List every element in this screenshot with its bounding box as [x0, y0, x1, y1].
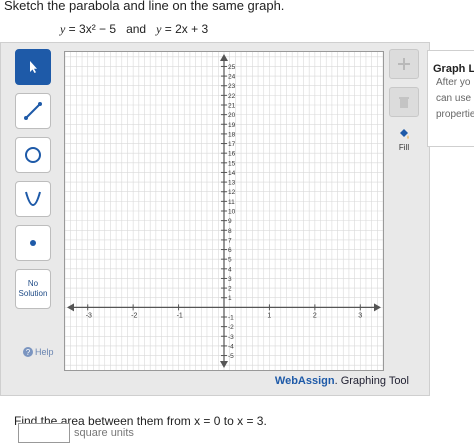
y-tick-label: 9 [228, 218, 232, 225]
point-icon [30, 240, 36, 246]
y-tick-label: -2 [228, 324, 234, 331]
left-toolbar: No Solution [11, 49, 57, 317]
x-tick-label: -1 [177, 312, 183, 319]
y-tick-label: 16 [228, 151, 236, 158]
y-tick-label: 14 [228, 170, 236, 177]
side-panel-line: After yo [436, 77, 471, 88]
parabola-rhs: = 3x² − 5 [68, 22, 117, 36]
parabola-icon [25, 191, 41, 206]
no-solution-button[interactable]: No Solution [15, 269, 51, 309]
y1-variable: y [60, 22, 66, 36]
y-tick-label: 20 [228, 112, 236, 119]
y-tick-label: 22 [228, 93, 236, 100]
y-tick-label: 7 [228, 237, 232, 244]
unit-label: square units [74, 427, 134, 439]
x-tick-label: -2 [131, 312, 137, 319]
x-tick-label: 1 [267, 312, 271, 319]
webassign-watermark: WebAssign. Graphing Tool [275, 375, 409, 387]
brand-name: WebAssign [274, 375, 335, 387]
y-tick-label: 12 [228, 189, 236, 196]
line-segment-icon [24, 102, 42, 120]
area-answer-input[interactable] [18, 423, 70, 443]
x-tick-label: 3 [358, 312, 362, 319]
y-tick-label: 6 [228, 247, 232, 254]
side-panel-line: propertie [436, 109, 474, 120]
y-tick-label: 19 [228, 122, 236, 129]
circle-tool-button[interactable] [15, 137, 51, 173]
line-rhs: = 2x + 3 [164, 22, 209, 36]
prompt-text: Sketch the parabola and line on the same… [4, 0, 285, 13]
right-toolbar: Fill [389, 49, 419, 152]
graph-layers-panel: Graph La After yo can use propertie [427, 50, 474, 147]
help-label: Help [35, 347, 54, 357]
y-tick-label: 2 [228, 286, 232, 293]
circle-icon [25, 147, 41, 163]
y-tick-label: 4 [228, 266, 232, 273]
y-tick-label: -3 [228, 334, 234, 341]
y-tick-label: 5 [228, 257, 232, 264]
y-tick-label: -4 [228, 343, 234, 350]
y2-variable: y [156, 22, 162, 36]
arrow-cursor-icon [30, 61, 37, 73]
y-tick-label: 25 [228, 64, 236, 71]
help-icon: ? [23, 347, 33, 357]
x-tick-label: 2 [313, 312, 317, 319]
parabola-tool-button[interactable] [15, 181, 51, 217]
y-tick-label: 24 [228, 74, 236, 81]
y-tick-label: 15 [228, 160, 236, 167]
brand-suffix: . Graphing Tool [334, 375, 409, 387]
y-tick-label: 13 [228, 180, 236, 187]
graph-grid[interactable]: -3 -2 -1 1 2 32524232221201918171615141312111… [65, 52, 383, 370]
delete-button[interactable] [389, 87, 419, 117]
y-tick-label: 8 [228, 228, 232, 235]
graphing-tool-panel: No Solution ? Help -3 -2 -1 1 2 3 25 24 23 22 21 20… [0, 42, 430, 396]
y-tick-label: 3 [228, 276, 232, 283]
fill-label: Fill [398, 143, 410, 152]
y-axis-arrow-bottom [220, 361, 228, 368]
trash-icon [399, 97, 409, 108]
y-tick-label: 23 [228, 83, 236, 90]
y-tick-label: 10 [228, 209, 236, 216]
x-tick-label: -3 [86, 312, 92, 319]
y-axis-arrow-top [220, 54, 228, 61]
fill-tool[interactable]: Fill [389, 127, 419, 152]
y-tick-label: -5 [228, 353, 234, 360]
move-button[interactable] [389, 49, 419, 79]
y-tick-label: 21 [228, 103, 236, 110]
paint-bucket-icon [400, 129, 409, 139]
and-text: and [126, 22, 147, 36]
point-tool-button[interactable] [15, 225, 51, 261]
y-tick-label: 1 [228, 295, 232, 302]
pointer-tool-button[interactable] [15, 49, 51, 85]
line-tool-button[interactable] [15, 93, 51, 129]
y-tick-label: -1 [228, 315, 234, 322]
help-link[interactable]: ? Help [23, 347, 54, 357]
side-panel-title: Graph La [433, 63, 474, 75]
side-panel-line: can use [436, 93, 472, 104]
y-tick-label: 17 [228, 141, 236, 148]
y-tick-label: 18 [228, 131, 236, 138]
y-tick-label: 11 [228, 199, 235, 206]
equation: y = 3x² − 5 and y = 2x + 3 [60, 22, 208, 37]
move-icon [398, 58, 410, 70]
graph-canvas[interactable]: -3 -2 -1 1 2 3 25 24 23 22 21 20 19 18 17 16 15 14 13 12 11 1… [64, 51, 384, 371]
